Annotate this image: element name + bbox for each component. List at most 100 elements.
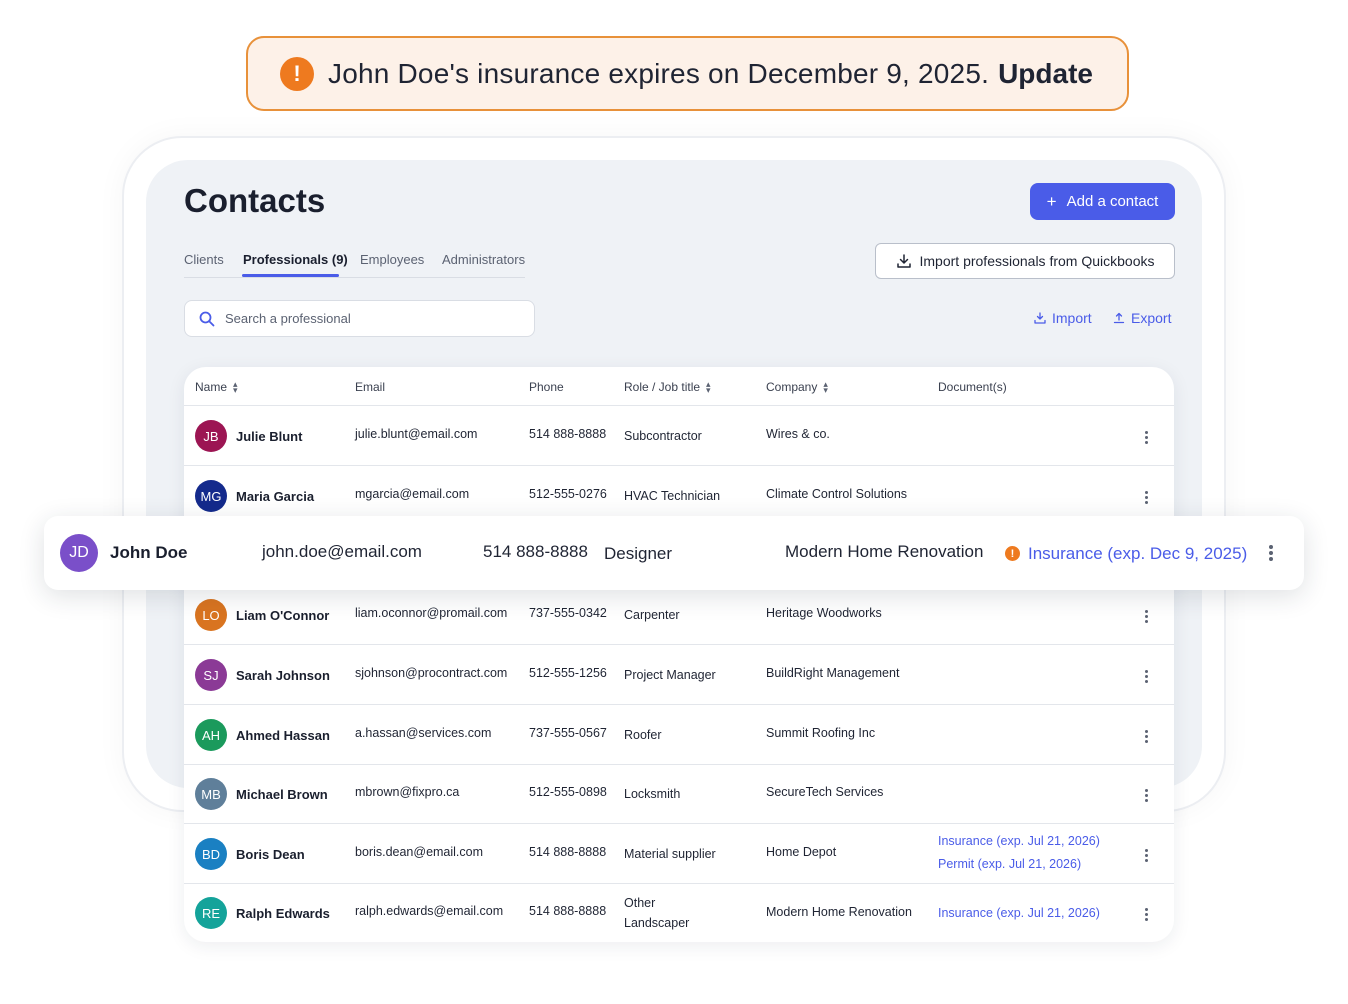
contact-role: Carpenter: [624, 608, 680, 622]
more-options-icon[interactable]: [1145, 908, 1149, 923]
document-link[interactable]: Permit (exp. Jul 21, 2026): [938, 857, 1081, 871]
search-field[interactable]: Search a professional: [184, 300, 535, 337]
avatar: BD: [195, 838, 227, 870]
contact-role-secondary: Landscaper: [624, 916, 690, 930]
avatar: RE: [195, 897, 227, 929]
contact-tabs: Clients Professionals (9) Employees Admi…: [184, 248, 525, 278]
contact-role: Roofer: [624, 728, 662, 742]
add-contact-button[interactable]: + Add a contact: [1030, 183, 1175, 220]
update-link[interactable]: Update: [998, 58, 1093, 90]
sort-icon: ▴ ▾: [823, 379, 828, 395]
contact-name: Ralph Edwards: [236, 906, 330, 921]
contact-phone: 737-555-0567: [529, 726, 607, 740]
contact-company: SecureTech Services: [766, 785, 884, 799]
contact-company: Modern Home Renovation: [785, 542, 984, 561]
column-name[interactable]: Name ▴ ▾: [195, 379, 238, 395]
table-row[interactable]: MB Michael Brown mbrown@fixpro.ca 512-55…: [184, 764, 1174, 824]
professionals-table: Name ▴ ▾ Email Phone Role / Job title ▴ ▾ Co…: [184, 367, 1174, 942]
contact-name: Liam O'Connor: [236, 608, 330, 623]
more-options-icon[interactable]: [1145, 610, 1149, 625]
add-contact-label: Add a contact: [1066, 193, 1159, 210]
contact-role: Other: [624, 896, 656, 910]
contact-email: boris.dean@email.com: [355, 845, 484, 859]
contact-company: Home Depot: [766, 845, 837, 859]
more-options-icon[interactable]: [1269, 545, 1273, 563]
contact-role: Subcontractor: [624, 429, 702, 443]
warning-icon: !: [280, 56, 314, 91]
more-options-icon[interactable]: [1145, 730, 1149, 745]
search-input[interactable]: Search a professional: [225, 311, 351, 326]
more-options-icon[interactable]: [1145, 789, 1149, 804]
contact-email: mgarcia@email.com: [355, 487, 470, 501]
contact-phone: 514 888-8888: [529, 904, 607, 918]
contact-phone: 514 888-8888: [529, 427, 607, 441]
contact-phone: 512-555-0898: [529, 785, 607, 799]
contact-name: Julie Blunt: [236, 429, 303, 444]
import-icon: [1034, 312, 1046, 324]
contact-email: julie.blunt@email.com: [355, 427, 478, 441]
import-link[interactable]: Import: [1034, 310, 1092, 326]
column-email: Email: [355, 380, 386, 394]
table-row[interactable]: BD Boris Dean boris.dean@email.com 514 8…: [184, 824, 1174, 884]
import-label: Import: [1052, 310, 1092, 326]
table-row[interactable]: LO Liam O'Connor liam.oconnor@promail.co…: [184, 585, 1174, 645]
table-row[interactable]: JB Julie Blunt julie.blunt@email.com 514…: [184, 406, 1174, 466]
import-quickbooks-label: Import professionals from Quickbooks: [919, 253, 1155, 269]
export-link[interactable]: Export: [1113, 310, 1171, 326]
contact-name: Sarah Johnson: [236, 668, 330, 683]
table-row[interactable]: AH Ahmed Hassan a.hassan@services.com 73…: [184, 705, 1174, 765]
export-label: Export: [1131, 310, 1172, 326]
sort-icon: ▴ ▾: [233, 379, 238, 395]
column-role[interactable]: Role / Job title ▴ ▾: [624, 380, 711, 395]
avatar: LO: [195, 599, 227, 631]
document-link[interactable]: Insurance (exp. Jul 21, 2026): [938, 906, 1100, 920]
table-row[interactable]: RE Ralph Edwards ralph.edwards@email.com…: [184, 883, 1174, 942]
active-tab-indicator: [242, 274, 339, 277]
contact-company: Climate Control Solutions: [766, 487, 908, 501]
insurance-alert-banner: ! John Doe's insurance expires on Decemb…: [246, 36, 1129, 111]
tab-administrators[interactable]: Administrators: [442, 252, 525, 267]
contact-role: Designer: [604, 544, 673, 563]
contact-company: Modern Home Renovation: [766, 905, 912, 919]
more-options-icon[interactable]: [1145, 491, 1149, 506]
contact-role: Locksmith: [624, 787, 681, 801]
search-icon: [199, 311, 215, 326]
plus-icon: +: [1046, 191, 1057, 211]
document-link[interactable]: Insurance (exp. Jul 21, 2026): [938, 834, 1100, 848]
contact-email: mbrown@fixpro.ca: [355, 785, 460, 799]
table-header: Name ▴ ▾ Email Phone Role / Job title ▴ ▾ Co…: [184, 367, 1174, 406]
column-phone: Phone: [529, 380, 564, 394]
alert-message: John Doe's insurance expires on December…: [328, 57, 990, 89]
contact-phone: 514 888-8888: [529, 845, 607, 859]
warning-icon: !: [1005, 546, 1020, 561]
contact-email: ralph.edwards@email.com: [355, 904, 504, 918]
contact-email: liam.oconnor@promail.com: [355, 606, 508, 620]
tab-professionals[interactable]: Professionals (9): [243, 252, 348, 267]
download-icon: [896, 254, 911, 268]
document-link[interactable]: Insurance (exp. Dec 9, 2025): [1028, 544, 1247, 564]
contact-phone: 512-555-1256: [529, 666, 607, 680]
contact-role: Project Manager: [624, 668, 716, 682]
more-options-icon[interactable]: [1145, 670, 1149, 685]
contact-role: Material supplier: [624, 847, 716, 861]
contact-company: BuildRight Management: [766, 666, 900, 680]
import-quickbooks-button[interactable]: Import professionals from Quickbooks: [875, 243, 1175, 279]
contact-role: HVAC Technician: [624, 489, 721, 503]
tab-employees[interactable]: Employees: [360, 252, 424, 267]
contact-company: Wires & co.: [766, 427, 830, 441]
tab-clients[interactable]: Clients: [184, 252, 224, 267]
avatar: JD: [60, 534, 98, 572]
highlighted-contact-row[interactable]: JD John Doe john.doe@email.com 514 888-8…: [44, 516, 1304, 590]
table-row[interactable]: SJ Sarah Johnson sjohnson@procontract.co…: [184, 645, 1174, 705]
column-company[interactable]: Company ▴ ▾: [766, 379, 828, 395]
more-options-icon[interactable]: [1145, 849, 1149, 864]
contact-email: john.doe@email.com: [262, 542, 422, 561]
page-title: Contacts: [184, 182, 326, 219]
contact-company: Heritage Woodworks: [766, 606, 882, 620]
column-documents: Document(s): [938, 380, 1007, 394]
contact-name: Ahmed Hassan: [236, 728, 330, 743]
contact-name: Boris Dean: [236, 847, 305, 862]
more-options-icon[interactable]: [1145, 431, 1149, 446]
export-icon: [1113, 312, 1125, 324]
avatar: AH: [195, 719, 227, 751]
